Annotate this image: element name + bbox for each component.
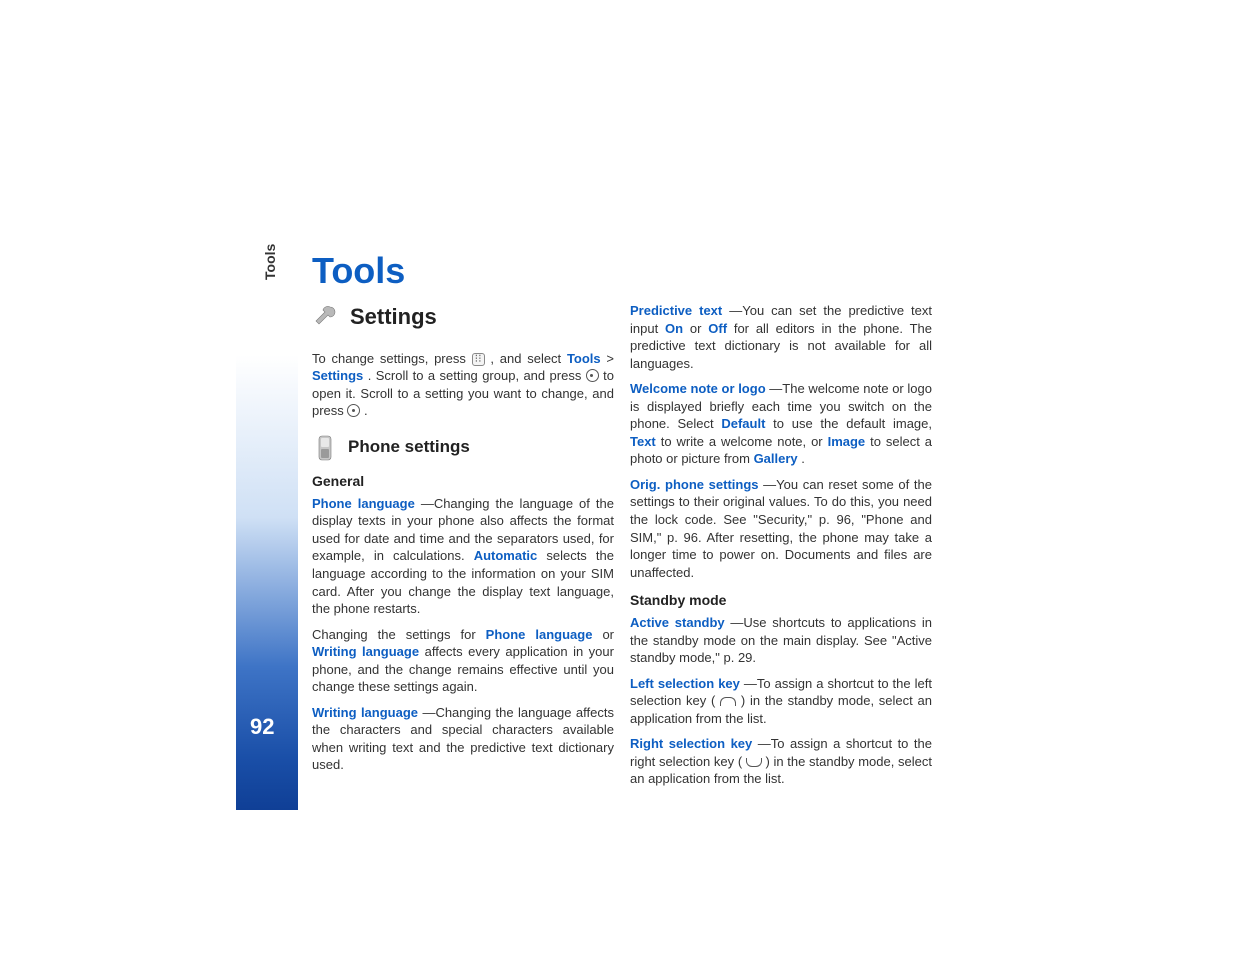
link-settings: Settings [312,368,363,383]
label-predictive-text: Predictive text [630,303,722,318]
para-orig-phone-settings: Orig. phone settings —You can reset some… [630,476,932,581]
para-changing-settings: Changing the settings for Phone language… [312,626,614,696]
label-text: Text [630,434,656,449]
label-active-standby: Active standby [630,615,725,630]
label-welcome-note: Welcome note or logo [630,381,766,396]
heading-standby-mode: Standby mode [630,591,932,610]
heading-settings-text: Settings [350,302,437,332]
label-off: Off [708,321,727,336]
column-right: Predictive text —You can set the predict… [630,302,932,796]
heading-phone-settings: Phone settings [312,434,614,462]
label-automatic: Automatic [474,548,538,563]
heading-phone-settings-text: Phone settings [348,436,470,459]
para-right-selection-key: Right selection key —To assign a shortcu… [630,735,932,788]
para-active-standby: Active standby —Use shortcuts to applica… [630,614,932,667]
menu-key-icon: ⁝⁝ [472,353,485,366]
link-writing-language: Writing language [312,644,419,659]
para-left-selection-key: Left selection key —To assign a shortcut… [630,675,932,728]
heading-general: General [312,472,614,491]
para-predictive-text: Predictive text —You can set the predict… [630,302,932,372]
phone-icon [312,434,338,462]
para-change-settings: To change settings, press ⁝⁝ , and selec… [312,350,614,420]
label-orig-phone-settings: Orig. phone settings [630,477,759,492]
scroll-key-icon [347,404,360,417]
label-phone-language: Phone language [312,496,415,511]
label-left-selection-key: Left selection key [630,676,740,691]
para-phone-language: Phone language —Changing the language of… [312,495,614,618]
heading-settings: Settings [312,302,614,332]
wrench-icon [312,303,340,331]
scroll-key-icon [586,369,599,382]
left-softkey-icon [720,697,736,706]
right-softkey-icon [746,758,762,767]
para-welcome-note: Welcome note or logo —The welcome note o… [630,380,932,468]
page-title: Tools [312,250,405,292]
side-section-label: Tools [262,244,278,280]
para-writing-language: Writing language —Changing the language … [312,704,614,774]
page-number: 92 [250,714,274,740]
label-default: Default [721,416,765,431]
link-gallery: Gallery [754,451,798,466]
link-tools: Tools [567,351,601,366]
label-right-selection-key: Right selection key [630,736,752,751]
column-left: Settings To change settings, press ⁝⁝ , … [312,302,614,782]
link-phone-language: Phone language [486,627,593,642]
label-image: Image [828,434,866,449]
label-on: On [665,321,683,336]
label-writing-language: Writing language [312,705,418,720]
